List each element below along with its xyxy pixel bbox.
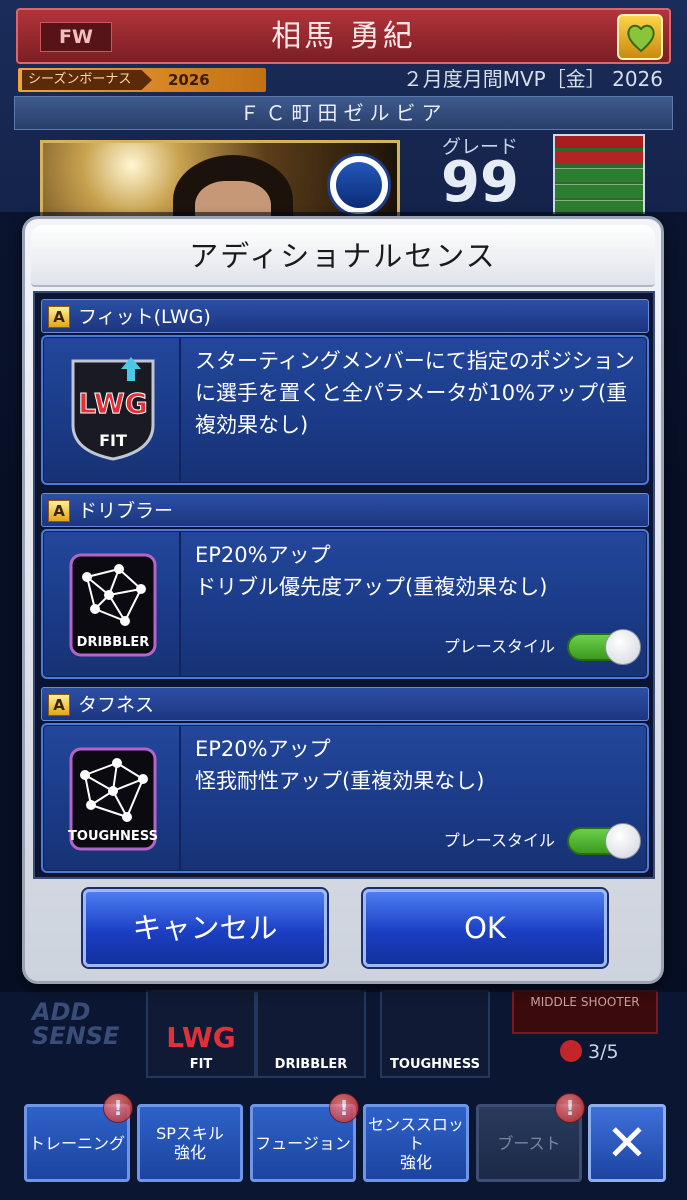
season-bonus-label: シーズンボーナス [22, 70, 152, 90]
training-button[interactable]: トレーニング ! [24, 1093, 133, 1182]
alert-icon: ! [555, 1093, 585, 1123]
player-detail-screen: FW 相馬 勇紀 シーズンボーナス 2026 ２月度月間MVP［金］ 2026 … [0, 0, 687, 1200]
boost-label: ブースト [497, 1133, 561, 1153]
sense-item-fit: A フィット(LWG) LWG FIT スターティングメンバーにて指定のポジショ… [41, 299, 649, 487]
slot-count-icon [560, 1040, 582, 1062]
sense-icon-column: DRIBBLER [43, 531, 181, 677]
add-sense-label: ADD SENSE [32, 1000, 119, 1048]
sense-detail: DRIBBLER EP20%アップ ドリブル優先度アップ(重複効果なし) プレー… [41, 529, 649, 679]
favorite-button[interactable] [617, 14, 663, 60]
bg-sense-slot-1[interactable]: LWG FIT [146, 990, 256, 1078]
bg-sense-2-label: DRIBBLER [274, 1057, 348, 1072]
sense-item-dribbler: A ドリブラー DRIBBLER EP20%アップ ドリブル優先度アップ(重複効… [41, 493, 649, 681]
bg-sense-3-label: TOUGHNESS [390, 1057, 480, 1072]
add-sense-line1: ADD [32, 998, 91, 1026]
sp-skill-label-1: SPスキル [156, 1124, 224, 1143]
toggle-knob [605, 823, 641, 859]
cancel-button[interactable]: キャンセル [83, 889, 327, 967]
slot-count: 3/5 [560, 1040, 619, 1064]
sense-icon-column: LWG FIT [43, 337, 181, 483]
sense-detail: LWG FIT スターティングメンバーにて指定のポジションに選手を置くと全パラメ… [41, 335, 649, 485]
bg-sense-1-sub: FIT [189, 1057, 213, 1072]
rank-badge: A [48, 500, 70, 522]
fusion-button[interactable]: フュージョン ! [250, 1093, 359, 1182]
middle-shooter-card[interactable]: MIDDLE SHOOTER [512, 990, 658, 1034]
dialog-title: アディショナルセンス [31, 225, 655, 287]
sense-slot-button[interactable]: センススロット 強化 [363, 1104, 469, 1182]
playstyle-label: プレースタイル [443, 831, 555, 850]
playstyle-label: プレースタイル [443, 637, 555, 656]
team-name: ＦＣ町田ゼルビア [14, 96, 673, 130]
sense-effect-1: EP20%アップ [195, 543, 331, 567]
rank-badge: A [48, 694, 70, 716]
sense-header: A フィット(LWG) [41, 299, 649, 333]
sense-effect-2: 怪我耐性アップ(重複効果なし) [195, 769, 485, 793]
training-label: トレーニング [28, 1133, 125, 1153]
fit-label: FIT [99, 431, 127, 450]
sense-header: A ドリブラー [41, 493, 649, 527]
sense-slot-label-2: 強化 [399, 1152, 432, 1172]
alert-icon: ! [329, 1093, 359, 1123]
player-card-image [40, 140, 400, 220]
toughness-icon: TOUGHNESS [67, 745, 159, 853]
grade-value: 99 [441, 150, 519, 215]
toughness-label: TOUGHNESS [68, 829, 158, 844]
lwg-fit-icon: LWG FIT [67, 355, 159, 463]
boost-button[interactable]: ブースト ! [476, 1093, 585, 1182]
sense-icon-column: TOUGHNESS [43, 725, 181, 871]
slot-count-value: 3/5 [588, 1041, 619, 1063]
sense-name: タフネス [78, 694, 155, 716]
close-button[interactable]: ✕ [588, 1104, 666, 1182]
position-map [553, 134, 645, 214]
sense-slot-label-1: センススロット [368, 1114, 464, 1153]
playstyle-toggle[interactable] [567, 629, 641, 665]
middle-shooter-label: MIDDLE SHOOTER [530, 995, 640, 1009]
playstyle-toggle[interactable] [567, 823, 641, 859]
fusion-label: フュージョン [255, 1133, 351, 1153]
alert-icon: ! [103, 1093, 133, 1123]
additional-sense-dialog: アディショナルセンス A フィット(LWG) LWG FIT スターティングメン… [22, 216, 664, 984]
add-sense-line2: SENSE [32, 1022, 120, 1050]
sp-skill-label-2: 強化 [173, 1143, 206, 1162]
player-name: 相馬 勇紀 [271, 19, 416, 54]
sp-skill-button[interactable]: SPスキル 強化 [137, 1104, 243, 1182]
sense-header: A タフネス [41, 687, 649, 721]
bg-sense-slot-2[interactable]: DRIBBLER [256, 990, 366, 1078]
dialog-body: A フィット(LWG) LWG FIT スターティングメンバーにて指定のポジショ… [33, 291, 655, 879]
mvp-text: ２月度月間MVP［金］ 2026 [402, 67, 663, 91]
sense-description: スターティングメンバーにて指定のポジションに選手を置くと全パラメータが10%アッ… [195, 349, 635, 437]
sense-effect-2: ドリブル優先度アップ(重複効果なし) [195, 575, 548, 599]
sense-name: フィット(LWG) [78, 306, 211, 328]
toggle-knob [605, 629, 641, 665]
lwg-label: LWG [78, 387, 149, 421]
sense-description: EP20%アップ 怪我耐性アップ(重複効果なし) [195, 733, 639, 797]
dribbler-label: DRIBBLER [76, 635, 150, 650]
sense-description: EP20%アップ ドリブル優先度アップ(重複効果なし) [195, 539, 639, 603]
sense-detail: TOUGHNESS EP20%アップ 怪我耐性アップ(重複効果なし) プレースタ… [41, 723, 649, 873]
team-crest-icon [327, 153, 391, 217]
bg-sense-slot-3[interactable]: TOUGHNESS [380, 990, 490, 1078]
season-bonus-year: 2026 [168, 71, 210, 89]
dribbler-icon: DRIBBLER [67, 551, 159, 659]
ok-button[interactable]: OK [363, 889, 607, 967]
sense-effect-1: EP20%アップ [195, 737, 331, 761]
heart-icon [627, 24, 655, 53]
season-bonus-strip: シーズンボーナス 2026 [18, 68, 266, 92]
bg-sense-1-label: LWG [166, 1021, 236, 1054]
sense-name: ドリブラー [78, 500, 174, 522]
close-icon: ✕ [606, 1114, 648, 1172]
rank-badge: A [48, 306, 70, 328]
sense-item-toughness: A タフネス TOUGHNESS EP20%アップ 怪我耐性アップ(重複効果なし… [41, 687, 649, 875]
player-header: FW 相馬 勇紀 [16, 8, 671, 64]
